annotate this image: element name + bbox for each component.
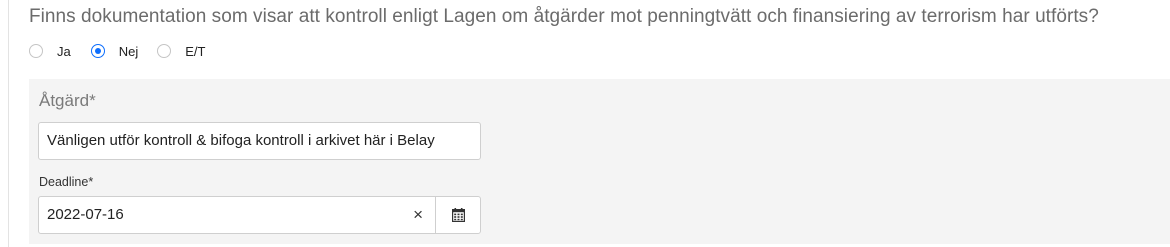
action-label: Åtgärd* [39,91,96,110]
deadline-value: 2022-07-16 [47,206,124,223]
radio-nej[interactable] [90,44,105,58]
answer-radio-group: Ja Nej E/T [29,41,205,61]
radio-option-nej[interactable]: Nej [90,43,139,59]
radio-option-ja[interactable]: Ja [29,44,71,59]
radio-et[interactable] [157,44,172,58]
radio-option-et[interactable]: E/T [157,44,205,59]
left-border [8,0,9,247]
deadline-date-picker: 2022-07-16 × [38,196,481,234]
action-panel: Åtgärd* Vänligen utför kontroll & bifoga… [29,79,1170,244]
calendar-button[interactable] [435,197,480,233]
calendar-icon [451,208,465,222]
radio-label-et: E/T [185,43,206,59]
radio-label-ja: Ja [57,43,71,59]
action-input[interactable]: Vänligen utför kontroll & bifoga kontrol… [38,122,481,160]
radio-label-nej: Nej [118,43,139,59]
close-icon[interactable]: × [413,197,423,233]
deadline-label: Deadline* [39,175,94,189]
deadline-input[interactable]: 2022-07-16 × [39,197,435,233]
radio-ja[interactable] [29,44,43,58]
question-text: Finns dokumentation som visar att kontro… [29,6,1099,27]
